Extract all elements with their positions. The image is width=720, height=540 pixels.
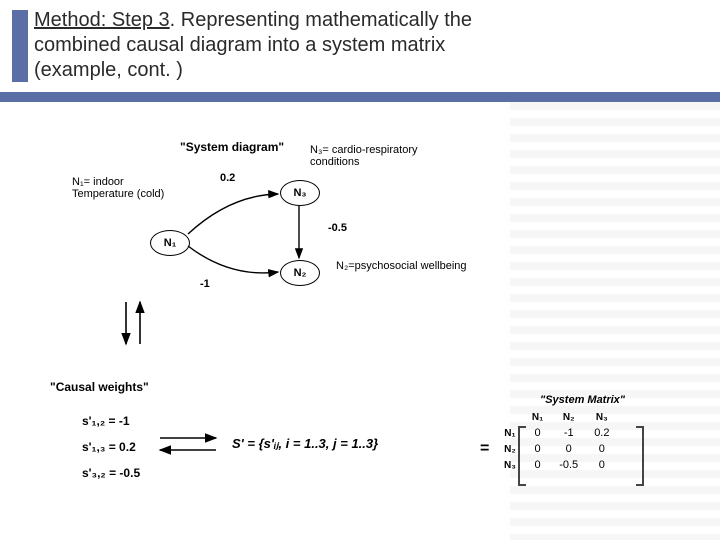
cw-item-0: s'₁,₂ = -1 <box>82 414 130 428</box>
accent-bar-vertical <box>12 10 28 82</box>
matrix-bracket-right <box>636 426 644 486</box>
matrix-cell-0-1: -1 <box>551 425 586 441</box>
weights-formula-arrows <box>156 430 226 460</box>
equals-sign: = <box>480 440 489 458</box>
cw-item-0-val: = -1 <box>109 414 130 428</box>
system-matrix-heading: "System Matrix" <box>540 394 625 406</box>
matrix-cell-2-1: -0.5 <box>551 457 586 473</box>
system-matrix: N₁ N₂ N₃ N₁ 0 -1 0.2 N₂ 0 0 0 N₃ <box>496 410 617 473</box>
slide-root: Method: Step 3. Representing mathematica… <box>0 0 720 540</box>
matrix-cell-0-2: 0.2 <box>586 425 617 441</box>
title-underlined: Method: Step 3 <box>34 9 170 31</box>
edge-weight-n1-n2: -1 <box>200 278 210 290</box>
matrix-cell-2-2: 0 <box>586 457 617 473</box>
cw-item-2-val: = -0.5 <box>109 466 140 480</box>
cw-item-1-val: = 0.2 <box>109 440 136 454</box>
cw-item-1-key: s'₁,₃ <box>82 440 105 454</box>
cw-item-2: s'₃,₂ = -0.5 <box>82 466 140 480</box>
system-diagram: "System diagram" N₃= cardio-respiratory … <box>80 140 500 350</box>
matrix-bracket-left <box>518 426 526 486</box>
edge-weight-n3-n2: -0.5 <box>328 222 347 234</box>
matrix-cell-1-1: 0 <box>551 441 586 457</box>
slide-title: Method: Step 3. Representing mathematica… <box>34 8 534 83</box>
cw-item-2-key: s'₃,₂ <box>82 466 106 480</box>
matrix-cell-1-2: 0 <box>586 441 617 457</box>
matrix-cell-2-0: 0 <box>524 457 551 473</box>
edge-weight-n1-n3: 0.2 <box>220 172 235 184</box>
matrix-col-1: N₂ <box>551 410 586 425</box>
cw-item-0-key: s'₁,₂ <box>82 414 105 428</box>
accent-bar-horizontal <box>0 92 720 102</box>
causal-weights-heading: "Causal weights" <box>50 380 149 394</box>
matrix-col-2: N₃ <box>586 410 617 425</box>
matrix-cell-0-0: 0 <box>524 425 551 441</box>
diagram-edges <box>80 140 500 350</box>
matrix-cell-1-0: 0 <box>524 441 551 457</box>
lower-panel: "Causal weights" s'₁,₂ = -1 s'₁,₃ = 0.2 … <box>70 380 670 520</box>
system-formula: S' = {s'ᵢⱼ, i = 1..3, j = 1..3} <box>232 436 378 452</box>
cw-item-1: s'₁,₃ = 0.2 <box>82 440 136 454</box>
matrix-col-0: N₁ <box>524 410 551 425</box>
